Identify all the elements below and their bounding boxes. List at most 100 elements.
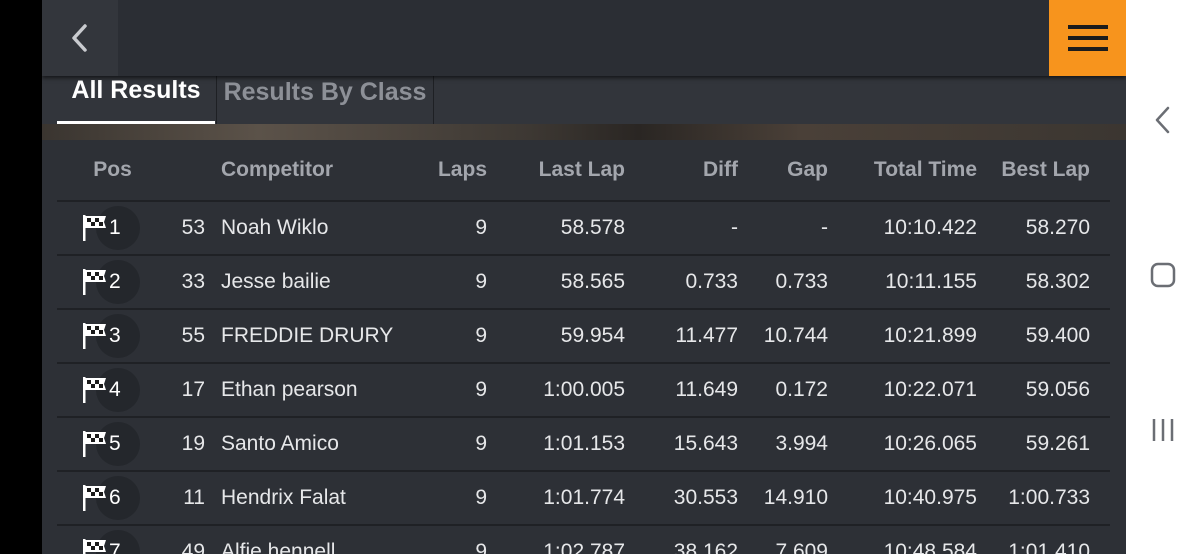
pos-badge: 5 — [82, 420, 142, 468]
total-time-value: 10:26.065 — [883, 432, 977, 455]
best-lap-value: 58.302 — [1025, 270, 1090, 293]
gap-value: 7.609 — [775, 540, 828, 554]
best-lap-value: 1:00.733 — [1008, 486, 1090, 509]
race-number: 49 — [181, 540, 205, 554]
system-back-icon — [1155, 106, 1170, 134]
laps-value: 9 — [475, 486, 487, 509]
diff-value: 11.477 — [675, 324, 738, 347]
system-recents-icon — [1152, 419, 1174, 441]
best-lap-value: 59.400 — [1025, 324, 1090, 347]
laps-value: 9 — [475, 216, 487, 239]
chevron-left-icon — [72, 24, 87, 52]
left-edge-strip — [0, 0, 42, 554]
table-row[interactable]: 1 53 Noah Wiklo 9 58.578 - - 10:10.422 5… — [57, 202, 1110, 256]
header-best-lap[interactable]: Best Lap — [987, 140, 1090, 200]
position-number: 4 — [109, 378, 121, 401]
laps-value: 9 — [475, 540, 487, 554]
position-number: 2 — [109, 270, 121, 293]
last-lap-value: 58.565 — [560, 270, 625, 293]
position-number: 5 — [109, 432, 121, 455]
total-time-value: 10:10.422 — [883, 216, 977, 239]
pos-cell: 5 — [57, 418, 167, 470]
diff-value: 0.733 — [685, 270, 738, 293]
system-home-icon — [1150, 262, 1176, 288]
table-row[interactable]: 7 49 Alfie hennell 9 1:02.787 38.162 7.6… — [57, 526, 1110, 554]
last-lap-value: 58.578 — [560, 216, 625, 239]
best-lap-value: 1:01.410 — [1008, 540, 1090, 554]
header-laps[interactable]: Laps — [387, 140, 487, 200]
menu-button[interactable] — [1049, 0, 1126, 76]
hamburger-menu-icon — [1067, 25, 1108, 51]
last-lap-value: 59.954 — [560, 324, 625, 347]
last-lap-value: 1:01.774 — [543, 486, 625, 509]
table-row[interactable]: 2 33 Jesse bailie 9 58.565 0.733 0.733 1… — [57, 256, 1110, 310]
race-number: 33 — [181, 270, 205, 293]
back-button[interactable] — [42, 0, 118, 76]
table-row[interactable]: 3 55 FREDDIE DRURY 9 59.954 11.477 10.74… — [57, 310, 1110, 364]
pos-cell: 7 — [57, 526, 167, 554]
total-time-value: 10:22.071 — [883, 378, 977, 401]
laps-value: 9 — [475, 432, 487, 455]
position-number: 1 — [109, 216, 121, 239]
header-total-time[interactable]: Total Time — [847, 140, 977, 200]
header-pos[interactable]: Pos — [75, 140, 150, 200]
table-row[interactable]: 4 17 Ethan pearson 9 1:00.005 11.649 0.1… — [57, 364, 1110, 418]
checkered-flag-icon — [83, 485, 106, 511]
gap-value: 3.994 — [775, 432, 828, 455]
pos-cell: 3 — [57, 310, 167, 362]
last-lap-value: 1:02.787 — [543, 540, 625, 554]
results-app: All Results Results By Class Pos Competi… — [42, 0, 1126, 554]
checkered-flag-icon — [83, 377, 106, 403]
pos-badge: 1 — [82, 204, 142, 252]
table-row[interactable]: 5 19 Santo Amico 9 1:01.153 15.643 3.994… — [57, 418, 1110, 472]
system-back-button[interactable] — [1146, 103, 1180, 137]
race-number: 53 — [181, 216, 205, 239]
diff-value: 30.553 — [673, 486, 738, 509]
diff-value: 38.162 — [673, 540, 738, 554]
system-home-button[interactable] — [1146, 258, 1180, 292]
checkered-flag-icon — [83, 431, 106, 457]
pos-badge: 6 — [82, 474, 142, 522]
pos-cell: 6 — [57, 472, 167, 524]
gap-value: 0.733 — [775, 270, 828, 293]
diff-value: 11.649 — [675, 378, 738, 401]
total-time-value: 10:21.899 — [883, 324, 977, 347]
header-last-lap[interactable]: Last Lap — [497, 140, 625, 200]
header-diff[interactable]: Diff — [647, 140, 738, 200]
system-recents-button[interactable] — [1146, 413, 1180, 447]
last-lap-value: 1:00.005 — [543, 378, 625, 401]
pos-cell: 2 — [57, 256, 167, 308]
table-row[interactable]: 6 11 Hendrix Falat 9 1:01.774 30.553 14.… — [57, 472, 1110, 526]
hero-image-strip — [42, 124, 1126, 140]
gap-value: - — [821, 216, 828, 239]
total-time-value: 10:48.584 — [883, 540, 977, 554]
pos-badge: 4 — [82, 366, 142, 414]
top-bar — [42, 0, 1126, 76]
pos-badge: 3 — [82, 312, 142, 360]
gap-value: 0.172 — [775, 378, 828, 401]
gap-value: 10.744 — [763, 324, 828, 347]
position-number: 6 — [109, 486, 121, 509]
last-lap-value: 1:01.153 — [543, 432, 625, 455]
checkered-flag-icon — [83, 215, 106, 241]
pos-cell: 4 — [57, 364, 167, 416]
pos-cell: 1 — [57, 202, 167, 254]
diff-value: 15.643 — [673, 432, 738, 455]
diff-value: - — [731, 216, 738, 239]
race-number: 17 — [181, 378, 205, 401]
race-number: 19 — [181, 432, 205, 455]
pos-badge: 7 — [82, 528, 142, 554]
best-lap-value: 59.056 — [1025, 378, 1090, 401]
system-navigation-bar — [1126, 0, 1200, 554]
header-gap[interactable]: Gap — [747, 140, 828, 200]
race-number: 11 — [183, 486, 205, 509]
best-lap-value: 59.261 — [1025, 432, 1090, 455]
total-time-value: 10:11.155 — [885, 270, 977, 293]
laps-value: 9 — [475, 270, 487, 293]
position-number: 7 — [109, 540, 121, 554]
laps-value: 9 — [475, 324, 487, 347]
table-header-row: Pos Competitor Laps Last Lap Diff Gap To… — [57, 140, 1110, 202]
gap-value: 14.910 — [763, 486, 828, 509]
checkered-flag-icon — [83, 539, 106, 554]
checkered-flag-icon — [83, 269, 106, 295]
